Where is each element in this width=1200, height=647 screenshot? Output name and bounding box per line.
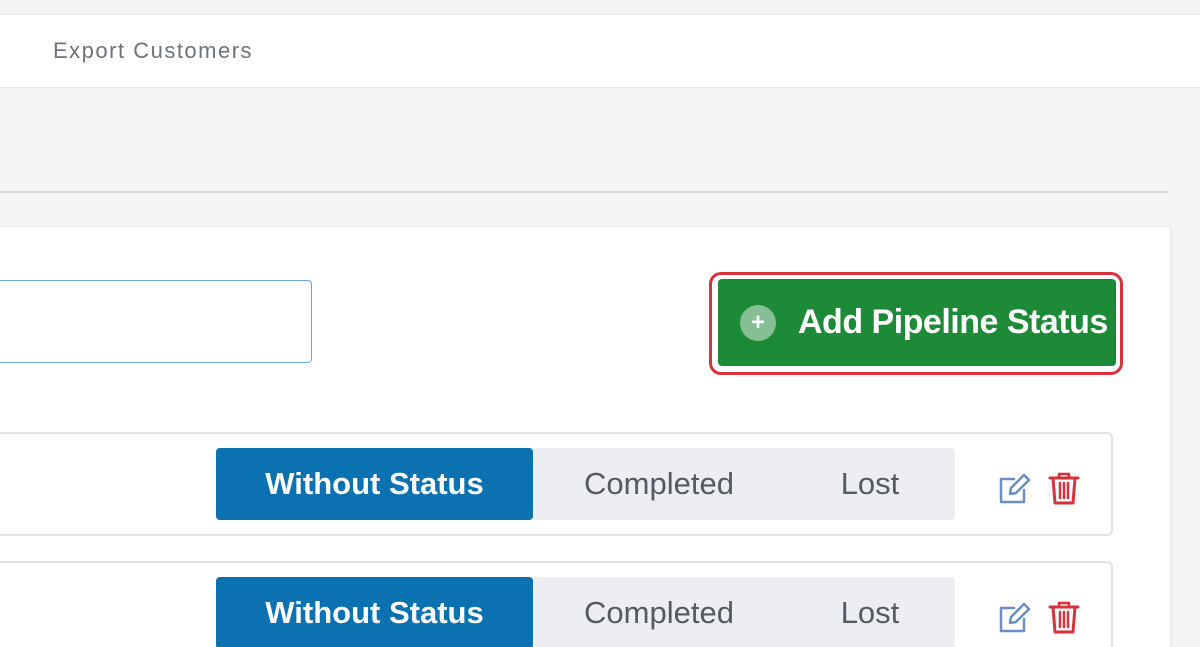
status-without-status[interactable]: Without Status (216, 577, 533, 647)
search-input[interactable] (0, 280, 312, 363)
status-segmented-control: Without Status Completed Lost (216, 448, 955, 520)
status-segmented-control: Without Status Completed Lost (216, 577, 955, 647)
edit-icon[interactable] (996, 599, 1032, 635)
add-pipeline-status-button[interactable]: + Add Pipeline Status (718, 279, 1116, 366)
trash-icon[interactable] (1046, 599, 1082, 635)
top-bar: Export Customers (0, 14, 1200, 88)
status-completed[interactable]: Completed (533, 577, 785, 647)
status-lost[interactable]: Lost (785, 577, 955, 647)
add-pipeline-status-label: Add Pipeline Status (798, 303, 1108, 341)
section-divider (0, 191, 1168, 193)
status-completed[interactable]: Completed (533, 448, 785, 520)
status-lost[interactable]: Lost (785, 448, 955, 520)
app-frame: Export Customers + Add Pipeline Status W… (0, 0, 1200, 647)
plus-circle-icon: + (740, 304, 776, 341)
edit-icon[interactable] (996, 470, 1032, 506)
status-without-status[interactable]: Without Status (216, 448, 533, 520)
pipeline-row: Without Status Completed Lost (0, 432, 1113, 536)
export-customers-link[interactable]: Export Customers (53, 38, 253, 64)
pipeline-row: Without Status Completed Lost (0, 561, 1113, 647)
trash-icon[interactable] (1046, 470, 1082, 506)
